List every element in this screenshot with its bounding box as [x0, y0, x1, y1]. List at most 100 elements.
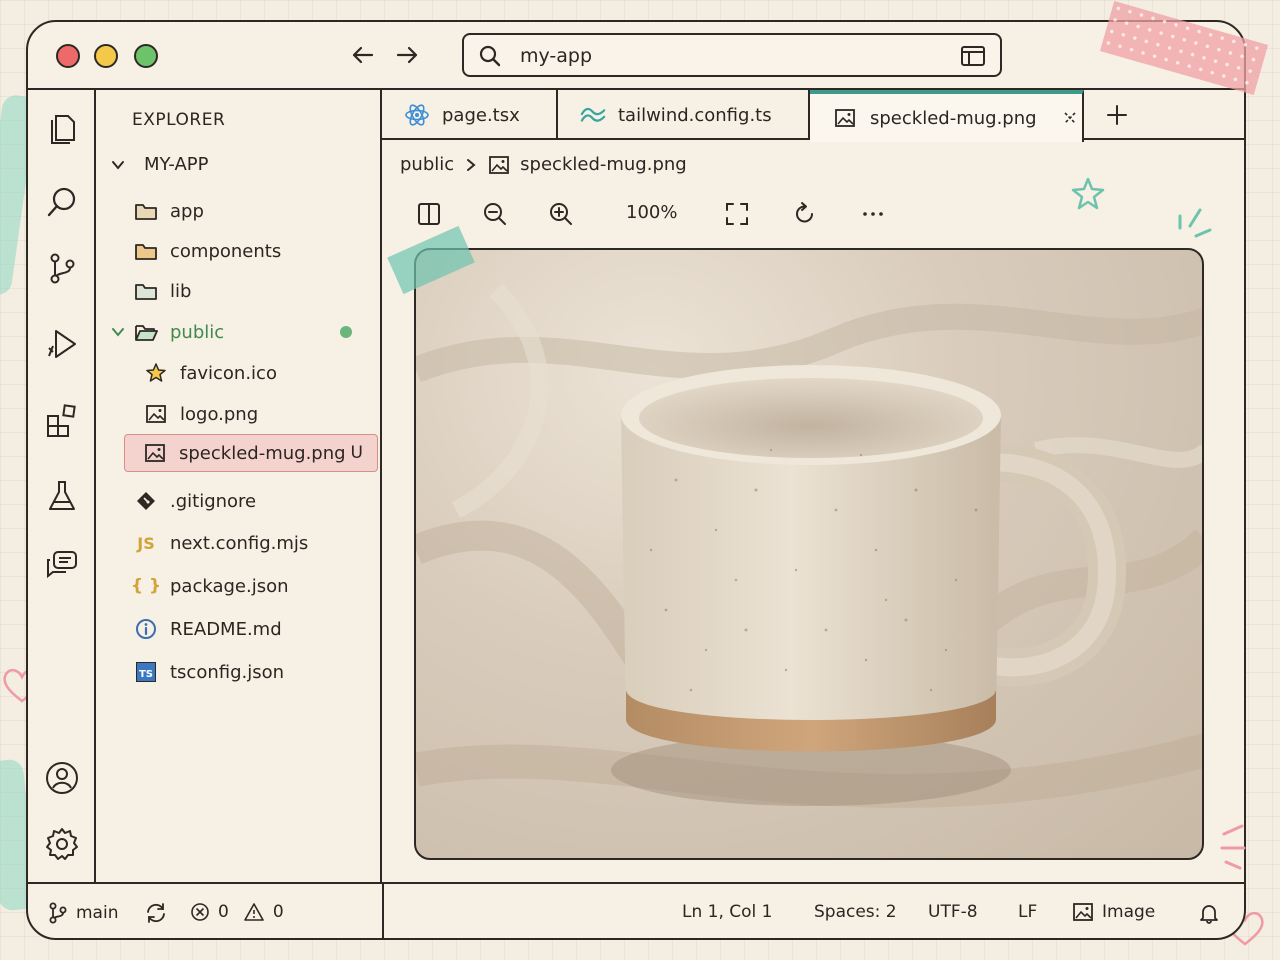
layout-panel-icon[interactable] [960, 45, 986, 67]
react-icon [404, 102, 430, 128]
tree-root-label: MY-APP [144, 154, 209, 175]
indentation-status[interactable]: Spaces: 2 [814, 902, 897, 922]
chevron-down-icon [112, 160, 124, 170]
problems-status[interactable]: 0 0 [190, 902, 284, 922]
branch-status[interactable]: main [48, 902, 118, 924]
command-search-input[interactable]: my-app [462, 33, 1002, 77]
search-icon [478, 44, 502, 68]
info-icon [134, 617, 158, 641]
error-icon [191, 903, 209, 921]
tree-item-logo[interactable]: logo.png [96, 395, 380, 433]
tab-speckled-mug[interactable]: speckled-mug.png [810, 90, 1084, 142]
tree-item-label: speckled-mug.png [179, 442, 346, 464]
new-tab-plus-icon[interactable] [1104, 102, 1130, 128]
tree-item-label: favicon.ico [180, 362, 277, 384]
language-mode-label: Image [1102, 902, 1156, 922]
tab-label: tailwind.config.ts [618, 104, 772, 126]
testing-flask-icon[interactable] [44, 478, 80, 514]
tree-item-components[interactable]: components [96, 232, 380, 270]
close-window-button[interactable] [56, 44, 80, 68]
tree-item-app[interactable]: app [96, 192, 380, 230]
breadcrumb-parent[interactable]: public [400, 154, 454, 175]
branch-name: main [76, 903, 119, 923]
more-options-icon[interactable] [860, 200, 886, 228]
tree-item-tsconfig[interactable]: TS tsconfig.json [96, 653, 380, 691]
tab-tailwind-config[interactable]: tailwind.config.ts [558, 90, 810, 140]
tree-root-my-app[interactable]: MY-APP [110, 154, 209, 175]
tree-item-label: tsconfig.json [170, 661, 285, 683]
chevron-down-icon [112, 328, 124, 337]
tree-item-label: package.json [170, 575, 289, 597]
forward-arrow-icon[interactable] [392, 40, 422, 70]
files-icon[interactable] [44, 110, 80, 146]
breadcrumb: public speckled-mug.png [400, 154, 687, 175]
tree-item-label: app [170, 200, 204, 222]
tailwind-icon [580, 102, 606, 128]
tree-item-public[interactable]: public [96, 313, 380, 351]
run-debug-icon[interactable] [44, 326, 80, 362]
tree-item-next-config[interactable]: JS next.config.mjs [96, 524, 380, 562]
app-window: my-app EXPLORER MY-APP app components li… [26, 20, 1246, 940]
zoom-level[interactable]: 100% [626, 202, 677, 223]
sync-icon[interactable] [144, 902, 168, 924]
extensions-icon[interactable] [44, 402, 80, 438]
maximize-window-button[interactable] [134, 44, 158, 68]
back-arrow-icon[interactable] [348, 40, 378, 70]
encoding-status[interactable]: UTF-8 [928, 902, 978, 922]
zoom-out-icon[interactable] [482, 200, 508, 228]
image-icon [488, 155, 510, 175]
title-bar: my-app [28, 22, 1244, 90]
account-icon[interactable] [44, 760, 80, 796]
notifications-bell-icon[interactable] [1198, 902, 1220, 924]
search-icon[interactable] [44, 184, 80, 220]
cursor-position[interactable]: Ln 1, Col 1 [682, 902, 773, 922]
modified-dot [340, 326, 352, 338]
image-icon [143, 441, 167, 465]
explorer-sidebar: EXPLORER MY-APP app components lib publi… [96, 90, 382, 882]
chat-icon[interactable] [44, 548, 80, 584]
git-branch-icon [49, 902, 67, 924]
folder-icon [134, 239, 158, 263]
language-mode-status[interactable]: Image [1072, 902, 1155, 922]
tree-item-favicon[interactable]: favicon.ico [96, 354, 380, 392]
split-close-icon[interactable] [1061, 109, 1079, 127]
folder-open-icon [134, 320, 158, 344]
folder-icon [134, 199, 158, 223]
explorer-title: EXPLORER [132, 110, 226, 130]
rotate-icon[interactable] [792, 200, 818, 228]
star-icon [144, 361, 168, 385]
image-icon [1073, 903, 1093, 921]
tree-item-gitignore[interactable]: .gitignore [96, 482, 380, 520]
tab-label: page.tsx [442, 104, 520, 126]
split-view-icon[interactable] [416, 200, 442, 228]
ts-icon: TS [134, 660, 158, 684]
tree-item-label: public [170, 321, 225, 343]
warning-icon [244, 903, 264, 921]
json-icon: { } [130, 576, 162, 596]
image-preview[interactable] [414, 248, 1204, 860]
tree-item-readme[interactable]: README.md [96, 610, 380, 648]
tree-item-lib[interactable]: lib [96, 272, 380, 310]
tree-item-label: .gitignore [170, 490, 257, 512]
fit-fullscreen-icon[interactable] [724, 200, 750, 228]
tab-page-tsx[interactable]: page.tsx [382, 90, 558, 140]
breadcrumb-file[interactable]: speckled-mug.png [520, 154, 687, 175]
speckled-mug-image [416, 283, 1202, 808]
folder-icon [134, 279, 158, 303]
untracked-badge: U [350, 443, 363, 463]
tree-item-label: logo.png [180, 403, 259, 425]
chevron-right-icon [467, 158, 476, 171]
source-control-icon[interactable] [44, 250, 80, 286]
tree-item-label: README.md [170, 618, 282, 640]
image-icon [144, 402, 168, 426]
line-ending-status[interactable]: LF [1018, 902, 1037, 922]
warning-count: 0 [272, 902, 284, 922]
tree-item-package-json[interactable]: { } package.json [96, 567, 380, 605]
settings-gear-icon[interactable] [44, 826, 80, 862]
image-icon [832, 105, 858, 131]
minimize-window-button[interactable] [94, 44, 118, 68]
editor-tab-bar: page.tsx tailwind.config.ts speckled-mug… [382, 90, 1244, 142]
zoom-in-icon[interactable] [548, 200, 574, 228]
tree-item-speckled-mug[interactable]: speckled-mug.png U [124, 434, 378, 472]
search-value: my-app [520, 45, 593, 67]
